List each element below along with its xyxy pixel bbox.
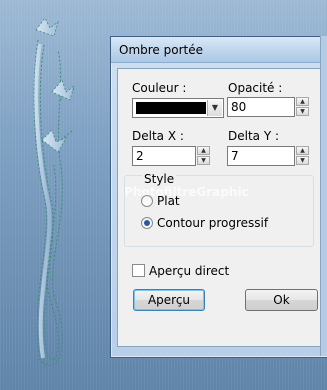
spin-down-icon[interactable]: ▼ — [296, 107, 309, 116]
spin-down-icon[interactable]: ▼ — [197, 156, 210, 165]
spin-up-icon[interactable]: ▲ — [197, 146, 210, 155]
delta-x-label: Delta X : — [132, 129, 184, 143]
dialog-title: Ombre portée — [119, 43, 203, 57]
radio-selected-dot — [144, 220, 150, 226]
preview-button[interactable]: Aperçu — [133, 289, 205, 311]
radio-plat-label: Plat — [157, 194, 180, 208]
opacity-label: Opacité : — [228, 81, 283, 95]
opacity-stepper[interactable]: ▲ ▼ — [296, 97, 310, 117]
color-swatch — [136, 102, 206, 114]
window-edge — [320, 36, 327, 356]
spin-down-icon[interactable]: ▼ — [296, 156, 309, 165]
delta-y-stepper[interactable]: ▲ ▼ — [296, 146, 310, 166]
delta-y-label: Delta Y : — [228, 129, 280, 143]
delta-x-input[interactable]: 2 — [132, 146, 196, 166]
radio-contour-progressif[interactable] — [141, 217, 153, 229]
style-group-label: Style — [142, 172, 177, 186]
flower-ornament-image — [33, 17, 75, 366]
radio-plat[interactable] — [141, 195, 153, 207]
dialog-title-bar[interactable]: Ombre portée — [111, 37, 327, 63]
spin-up-icon[interactable]: ▲ — [296, 97, 309, 106]
color-picker-combo[interactable]: ▼ — [132, 98, 224, 118]
ok-button[interactable]: Ok — [245, 289, 318, 311]
opacity-input[interactable]: 80 — [227, 97, 295, 117]
delta-y-input[interactable]: 7 — [227, 146, 295, 166]
live-preview-label: Aperçu direct — [149, 264, 230, 278]
spin-up-icon[interactable]: ▲ — [296, 146, 309, 155]
delta-x-stepper[interactable]: ▲ ▼ — [197, 146, 211, 166]
color-label: Couleur : — [132, 81, 187, 95]
radio-contour-label: Contour progressif — [157, 216, 269, 230]
live-preview-checkbox[interactable] — [132, 264, 145, 277]
chevron-down-icon[interactable]: ▼ — [207, 100, 222, 116]
